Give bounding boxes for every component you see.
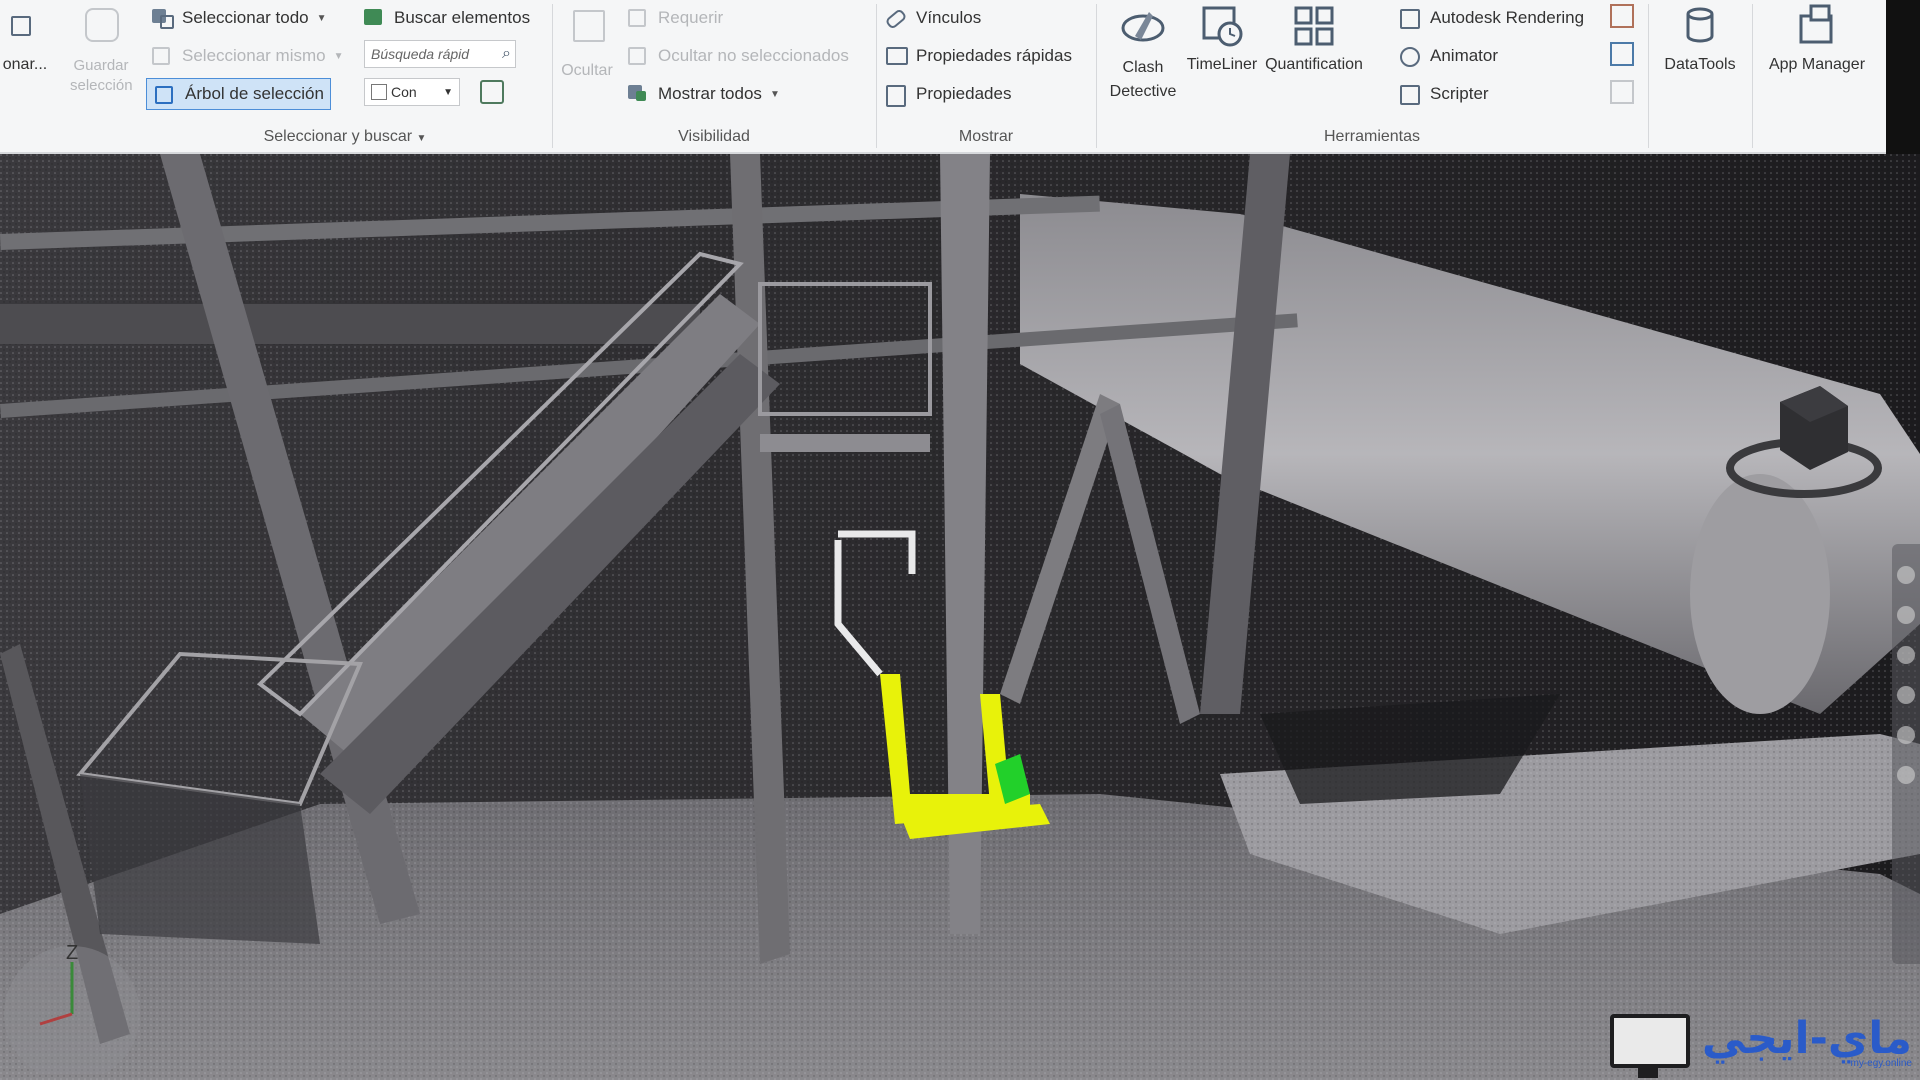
cut-off-ribbon-button[interactable]: onar...	[0, 0, 50, 120]
zoom-icon[interactable]	[1897, 646, 1915, 664]
properties-icon	[884, 83, 908, 107]
ribbon-separator	[1752, 4, 1753, 148]
autodesk-rendering-button[interactable]: Autodesk Rendering	[1398, 2, 1584, 34]
scripter-icon	[1398, 83, 1422, 105]
watermark-text: ماي-ايجي	[1701, 1013, 1912, 1064]
animator-icon	[1398, 45, 1422, 67]
pan-icon[interactable]	[1897, 606, 1915, 624]
3d-viewport[interactable]: Z ماي-ايجي my-egy.online	[0, 154, 1920, 1080]
panel-display: Vínculos Propiedades rápidas Propiedades…	[878, 0, 1094, 152]
search-mode-dropdown[interactable]: Con ▼	[364, 78, 460, 106]
ribbon-separator	[552, 4, 553, 148]
full-navigation-wheel-icon[interactable]	[1897, 566, 1915, 584]
panel-tools: Clash Detective TimeLiner Quantification…	[1098, 0, 1886, 152]
save-selection-icon	[77, 2, 125, 50]
small-tool-icon-2[interactable]	[1610, 42, 1634, 66]
ribbon-separator	[1096, 4, 1097, 148]
panel-label-tools: Herramientas	[1323, 128, 1421, 145]
small-tool-icon-1[interactable]	[1610, 4, 1634, 28]
quick-properties-button[interactable]: Propiedades rápidas	[884, 40, 1072, 72]
links-icon	[884, 7, 908, 31]
save-selection-button[interactable]: Guardar selección	[56, 0, 146, 120]
walk-icon[interactable]	[1897, 766, 1915, 784]
watermark: ماي-ايجي my-egy.online	[1609, 1006, 1912, 1078]
quantification-icon	[1290, 2, 1338, 50]
links-button[interactable]: Vínculos	[884, 2, 981, 34]
clash-detective-button[interactable]: Clash Detective	[1100, 0, 1186, 120]
unhide-all-icon	[626, 83, 650, 105]
clash-detective-icon	[1119, 2, 1167, 50]
cut-off-icon	[0, 2, 31, 50]
monitor-logo-icon	[1609, 1014, 1690, 1078]
overhead-beam	[0, 304, 700, 344]
small-tool-icon-3[interactable]	[1610, 80, 1634, 104]
hide-unselected-icon	[626, 45, 650, 67]
select-same-button[interactable]: Seleccionar mismo ▼	[150, 40, 344, 72]
chevron-down-icon: ▼	[443, 86, 453, 98]
hide-icon	[563, 2, 611, 50]
search-mode-icon	[371, 84, 387, 100]
view-cube[interactable]	[1724, 372, 1884, 512]
selection-tree-icon	[153, 83, 177, 105]
require-icon	[626, 7, 650, 29]
autodesk-rendering-icon	[1398, 7, 1422, 29]
look-icon[interactable]	[1897, 726, 1915, 744]
dropdown-arrow-icon: ▼	[316, 12, 327, 24]
panel-label-visibility: Visibilidad	[678, 128, 750, 145]
panel-label-display: Mostrar	[958, 128, 1014, 145]
search-icon[interactable]: ⌕	[502, 45, 511, 63]
select-all-icon	[150, 7, 174, 29]
select-same-icon	[150, 45, 174, 67]
find-items-button[interactable]: Buscar elementos	[362, 2, 530, 34]
ribbon: onar... Guardar selección Seleccionar to…	[0, 0, 1886, 154]
panel-select-search: Seleccionar todo ▼ Seleccionar mismo ▼ Árb…	[140, 0, 550, 152]
quantification-button[interactable]: Quantification	[1260, 0, 1368, 120]
sets-icon[interactable]	[480, 80, 504, 104]
compass-z-label: Z	[66, 942, 79, 964]
axis-compass: Z	[0, 924, 150, 1080]
platform-deck	[760, 434, 930, 452]
point-cloud-scene	[0, 154, 1920, 1080]
dropdown-arrow-icon: ▼	[769, 88, 780, 100]
navigation-bar[interactable]	[1892, 544, 1920, 964]
ribbon-separator	[1648, 4, 1649, 148]
unhide-all-button[interactable]: Mostrar todos ▼	[626, 78, 780, 110]
hide-unselected-button[interactable]: Ocultar no seleccionados	[626, 40, 849, 72]
animator-button[interactable]: Animator	[1398, 40, 1498, 72]
dropdown-arrow-icon: ▼	[333, 50, 344, 62]
scripter-button[interactable]: Scripter	[1398, 78, 1489, 110]
selection-tree-button[interactable]: Árbol de selección	[146, 78, 331, 110]
require-button[interactable]: Requerir	[626, 2, 723, 34]
ribbon-separator	[876, 4, 877, 148]
quick-find-input[interactable]: Búsqueda rápid ⌕	[364, 40, 516, 68]
panel-visibility: Ocultar Requerir Ocultar no seleccionado…	[554, 0, 874, 152]
orbit-icon[interactable]	[1897, 686, 1915, 704]
app-manager-button[interactable]: App Manager	[1758, 0, 1876, 120]
app-manager-icon	[1793, 2, 1841, 50]
datatools-button[interactable]: DataTools	[1656, 0, 1744, 120]
quick-properties-icon	[884, 45, 908, 67]
find-items-icon	[362, 7, 386, 29]
hide-button[interactable]: Ocultar	[554, 0, 620, 120]
select-all-button[interactable]: Seleccionar todo ▼	[150, 2, 327, 34]
timeliner-button[interactable]: TimeLiner	[1186, 0, 1258, 120]
panel-label-select-search[interactable]: Seleccionar y buscar ▼	[140, 128, 550, 146]
properties-button[interactable]: Propiedades	[884, 78, 1011, 110]
timeliner-icon	[1198, 2, 1246, 50]
datatools-icon	[1676, 2, 1724, 50]
